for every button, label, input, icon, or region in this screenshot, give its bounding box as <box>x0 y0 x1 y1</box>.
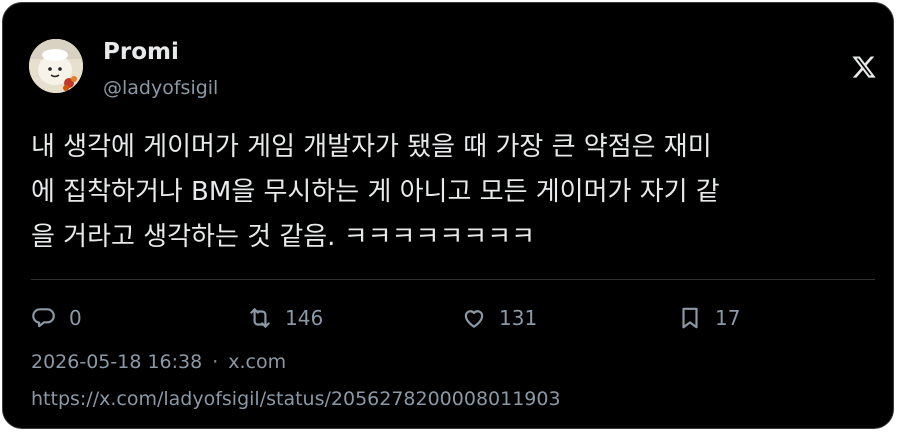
heart-icon <box>464 310 484 328</box>
reply-button[interactable]: 0 <box>31 300 82 336</box>
bookmark-button[interactable]: 17 <box>677 300 740 336</box>
tweet-line: 에 집착하거나 BM을 무시하는 게 아니고 모든 게이머가 자기 같 <box>31 177 720 207</box>
bookmark-count: 17 <box>715 306 741 330</box>
avatar[interactable] <box>29 39 83 93</box>
divider <box>31 279 875 280</box>
tweet-line: 내 생각에 게이머가 게임 개발자가 됐을 때 가장 큰 약점은 재미 <box>31 132 712 162</box>
tweet-text: 내 생각에 게이머가 게임 개발자가 됐을 때 가장 큰 약점은 재미에 집착하… <box>31 125 876 260</box>
avatar-image <box>29 39 83 93</box>
repost-count: 146 <box>285 306 324 330</box>
display-name[interactable]: Promi <box>103 37 179 67</box>
source-label: x.com <box>228 351 287 373</box>
bookmark-icon <box>682 307 698 329</box>
user-handle[interactable]: @ladyofsigil <box>103 75 218 101</box>
repost-button[interactable]: 146 <box>247 300 323 336</box>
tweet-card: Promi @ladyofsigil 내 생각에 게이머가 게임 개발자가 됐을… <box>2 2 894 429</box>
timestamp[interactable]: 2026-05-18 16:38 <box>31 347 202 377</box>
like-button[interactable]: 131 <box>461 300 537 336</box>
like-count: 131 <box>499 306 538 330</box>
reply-count: 0 <box>69 306 82 330</box>
meta-separator: · <box>212 351 219 373</box>
tweet-line: 을 거라고 생각하는 것 같음. ㅋㅋㅋㅋㅋㅋㅋㅋ <box>31 222 536 252</box>
tweet-meta: 2026-05-18 16:38 · x.com <box>31 347 286 377</box>
repost-icon <box>250 308 270 328</box>
x-logo-icon[interactable] <box>851 54 877 80</box>
tweet-url[interactable]: https://x.com/ladyofsigil/status/2056278… <box>31 384 561 414</box>
reply-icon <box>32 308 55 328</box>
